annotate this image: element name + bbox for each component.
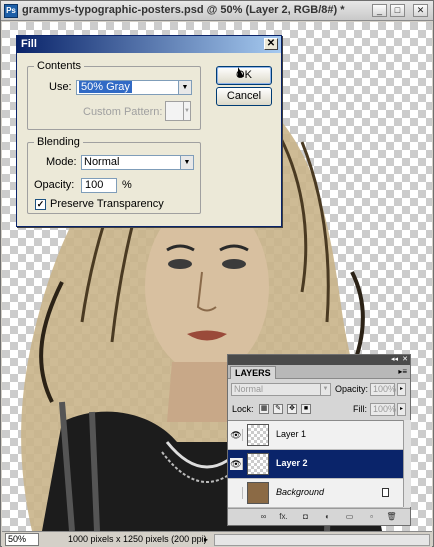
layer-list: 👁 Layer 1 👁 Layer 2 Background: [228, 420, 403, 508]
horizontal-scrollbar[interactable]: [214, 534, 430, 546]
fill-dialog-title: Fill: [21, 38, 37, 50]
close-icon[interactable]: ✕: [402, 355, 408, 365]
layers-footer: ∞ fx. ◘ ◐ ▭ ▫ 🗑: [228, 508, 410, 525]
new-layer-icon[interactable]: ▫: [366, 512, 377, 522]
mouse-pointer-icon: [238, 67, 244, 77]
blend-mode-value: Normal: [234, 384, 264, 394]
custom-pattern-picker: ▼: [165, 101, 191, 121]
dialog-close-button[interactable]: ✕: [264, 38, 278, 50]
layer-row-background[interactable]: Background: [228, 479, 403, 508]
contents-group: Contents Use: 50% Gray ▼ Custom Pattern:…: [27, 60, 201, 130]
lock-image-icon[interactable]: ✎: [273, 404, 283, 414]
group-icon[interactable]: ▭: [344, 512, 355, 522]
preserve-transparency-checkbox[interactable]: ✓: [35, 199, 46, 210]
chevron-down-icon: ▼: [180, 156, 193, 169]
use-select-value: 50% Gray: [79, 81, 132, 93]
ok-button[interactable]: OK: [216, 66, 272, 85]
document-title: grammys-typographic-posters.psd @ 50% (L…: [22, 4, 345, 16]
status-menu-arrow-icon[interactable]: ▸: [204, 535, 208, 544]
adjustment-icon[interactable]: ◐: [322, 512, 333, 522]
chevron-down-icon: ▼: [320, 384, 330, 395]
mode-select[interactable]: Normal ▼: [81, 155, 194, 170]
layer-row-layer-2[interactable]: 👁 Layer 2: [228, 450, 403, 479]
lock-transparency-icon[interactable]: ▦: [259, 404, 269, 414]
chevron-down-icon: ▼: [183, 102, 190, 120]
fill-dialog: Fill ✕ Contents Use: 50% Gray ▼ Custom P…: [16, 35, 282, 227]
layer-opacity-input[interactable]: 100%: [370, 383, 396, 396]
layer-name: Background: [276, 487, 325, 497]
layer-name: Layer 1: [276, 429, 307, 439]
panel-menu-icon[interactable]: ▸≡: [398, 367, 407, 376]
mode-select-value: Normal: [84, 156, 120, 168]
cancel-button[interactable]: Cancel: [216, 87, 272, 106]
mask-icon[interactable]: ◘: [300, 512, 311, 522]
photoshop-icon: Ps: [4, 4, 18, 18]
preserve-transparency-label: Preserve Transparency: [50, 198, 164, 210]
maximize-button[interactable]: □: [390, 4, 405, 17]
collapse-icon[interactable]: ◂◂: [391, 355, 398, 365]
link-icon[interactable]: ∞: [258, 512, 269, 522]
fill-input[interactable]: 100%: [370, 403, 396, 416]
contents-group-label: Contents: [34, 60, 85, 72]
close-button[interactable]: ✕: [413, 4, 428, 17]
lock-label: Lock:: [232, 404, 254, 414]
minimize-button[interactable]: _: [372, 4, 387, 17]
layer-name: Layer 2: [276, 458, 308, 468]
blend-mode-select[interactable]: Normal ▼: [231, 383, 331, 396]
layers-panel: ◂◂ ✕ LAYERS ▸≡ Normal ▼ Opacity: 100% ▸ …: [227, 354, 411, 526]
document-titlebar[interactable]: Ps grammys-typographic-posters.psd @ 50%…: [1, 1, 433, 21]
use-select[interactable]: 50% Gray ▼: [76, 80, 192, 95]
blending-group: Blending Mode: Normal ▼ Opacity: 100 % ✓…: [27, 136, 201, 214]
opacity-input[interactable]: 100: [81, 178, 117, 193]
eye-icon[interactable]: 👁: [230, 458, 243, 470]
use-label: Use:: [49, 81, 72, 93]
layer-opacity-label: Opacity:: [335, 384, 369, 394]
document-info: 1000 pixels x 1250 pixels (200 ppi): [68, 534, 207, 544]
opacity-arrow-icon[interactable]: ▸: [397, 383, 406, 396]
layers-panel-header[interactable]: ◂◂ ✕: [228, 355, 410, 365]
vertical-scrollbar[interactable]: [403, 420, 411, 507]
tab-layers[interactable]: LAYERS: [230, 366, 276, 379]
layer-thumbnail: [247, 453, 269, 475]
mode-label: Mode:: [46, 156, 77, 168]
eye-icon[interactable]: 👁: [230, 429, 243, 441]
fx-icon[interactable]: fx.: [278, 512, 289, 522]
zoom-field[interactable]: 50%: [5, 533, 39, 546]
eye-icon[interactable]: [230, 487, 243, 499]
layers-tabbar: LAYERS ▸≡: [228, 365, 410, 379]
opacity-unit: %: [122, 179, 132, 191]
fill-dialog-titlebar[interactable]: Fill ✕: [17, 36, 281, 53]
lock-position-icon[interactable]: ✥: [287, 404, 297, 414]
lock-icon: [382, 488, 389, 497]
opacity-label: Opacity:: [34, 179, 75, 191]
layer-thumbnail: [247, 482, 269, 504]
custom-pattern-label: Custom Pattern:: [83, 106, 163, 118]
status-bar: 50% 1000 pixels x 1250 pixels (200 ppi) …: [2, 531, 432, 547]
fill-arrow-icon[interactable]: ▸: [397, 403, 406, 416]
chevron-down-icon: ▼: [178, 81, 191, 94]
blending-group-label: Blending: [34, 136, 83, 148]
fill-label: Fill:: [353, 404, 367, 414]
lock-all-icon[interactable]: ■: [301, 404, 311, 414]
layer-row-layer-1[interactable]: 👁 Layer 1: [228, 421, 403, 450]
trash-icon[interactable]: 🗑: [386, 512, 397, 522]
layer-thumbnail: [247, 424, 269, 446]
